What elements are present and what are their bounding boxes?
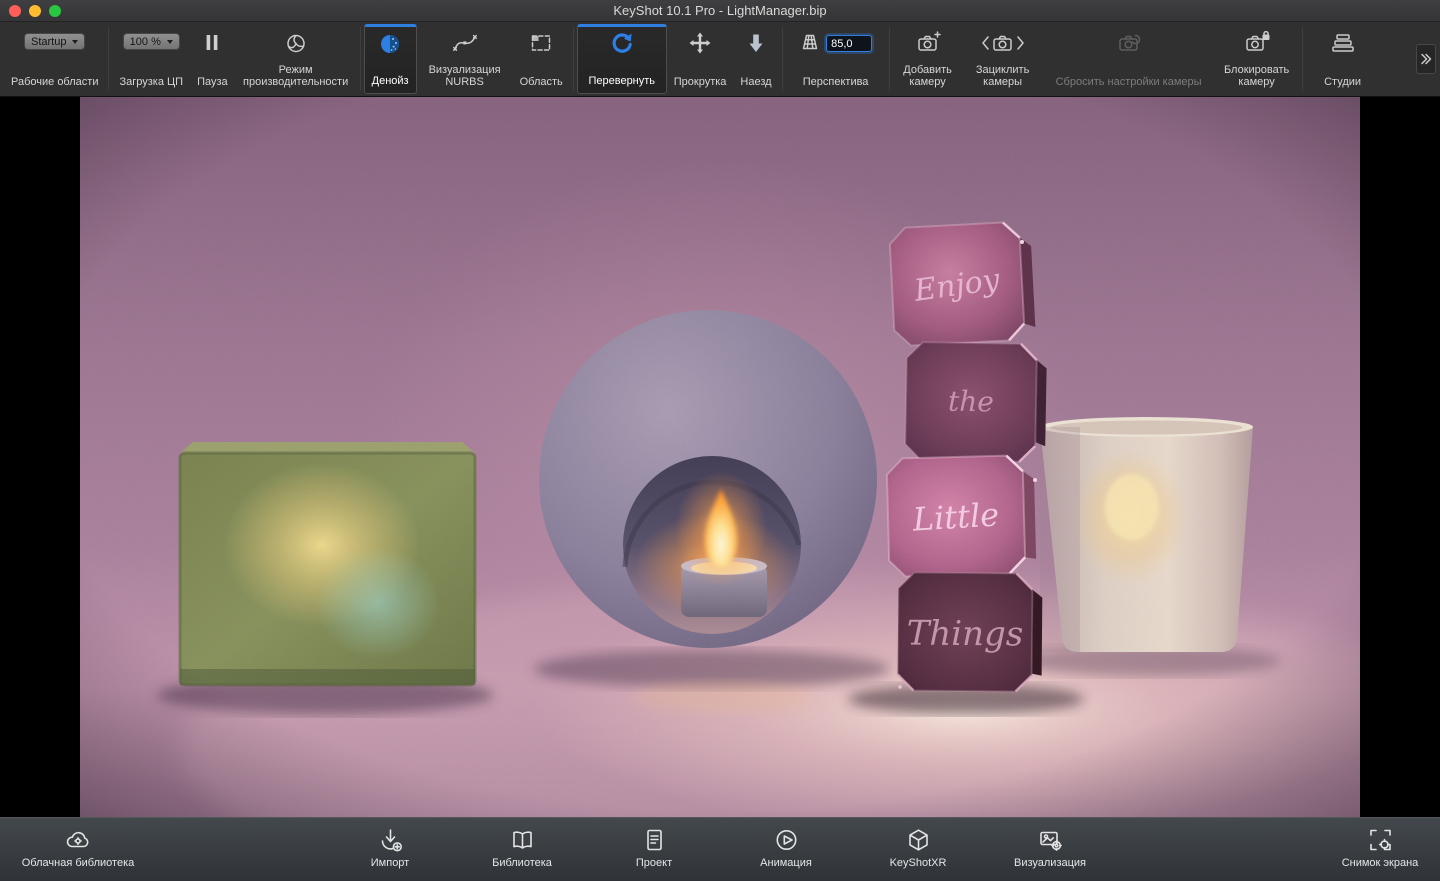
keyshotxr-icon: [905, 826, 932, 854]
studios-icon: [1331, 30, 1355, 56]
library-icon: [509, 826, 536, 854]
dolly-arrow-icon: [746, 30, 766, 56]
dock-item-render[interactable]: Визуализация: [994, 826, 1106, 869]
performance-mode-icon: [284, 30, 308, 56]
dock-item-label: Проект: [636, 857, 672, 869]
pan-label: Прокрутка: [674, 76, 727, 88]
dolly-button[interactable]: Наезд: [733, 24, 778, 94]
reset-camera-icon: [1116, 30, 1142, 56]
dock-item-keyshotxr[interactable]: KeyShotXR: [862, 826, 974, 869]
chevron-down-icon: [167, 40, 173, 47]
toolbar-separator: [573, 27, 574, 91]
perspective-control[interactable]: Перспектива: [786, 24, 886, 94]
pan-button[interactable]: Прокрутка: [667, 24, 734, 94]
dock-item-animation[interactable]: Анимация: [730, 826, 842, 869]
nurbs-icon: [452, 30, 478, 56]
lock-camera-label: Блокировать камеру: [1218, 64, 1296, 88]
dock-item-label: Снимок экрана: [1342, 857, 1419, 869]
traffic-lights: [9, 5, 61, 17]
close-window-button[interactable]: [9, 5, 21, 17]
dock-item-cloud-library[interactable]: Облачная библиотека: [10, 826, 146, 869]
dock-item-label: Облачная библиотека: [22, 857, 135, 869]
dock-center-group: Импорт Библиотека Проект Анимация: [334, 826, 1106, 869]
studios-button[interactable]: Студии: [1306, 24, 1380, 94]
app-window: KeyShot 10.1 Pro - LightManager.bip Star…: [0, 0, 1440, 881]
toolbar-separator: [782, 27, 783, 91]
denoise-button[interactable]: Денойз: [364, 24, 417, 94]
cpu-usage-dropdown[interactable]: 100 %: [123, 33, 180, 50]
nurbs-rendering-button[interactable]: Визуализация NURBS: [417, 24, 513, 94]
studios-label: Студии: [1324, 76, 1361, 88]
workspace-label: Рабочие области: [11, 76, 98, 88]
denoise-icon: [378, 31, 402, 57]
cycle-cameras-button[interactable]: Зациклить камеры: [963, 24, 1043, 94]
dock-item-project[interactable]: Проект: [598, 826, 710, 869]
pause-label: Пауза: [197, 76, 228, 88]
minimize-window-button[interactable]: [29, 5, 41, 17]
chevron-down-icon: [72, 40, 78, 47]
cpu-usage-label: Загрузка ЦП: [119, 76, 183, 88]
render-icon: [1037, 826, 1064, 854]
perspective-input[interactable]: [826, 35, 872, 52]
toolbar-separator: [889, 27, 890, 91]
dock-item-label: Библиотека: [492, 857, 552, 869]
double-chevron-icon: [1419, 52, 1433, 66]
bottom-ribbon: Облачная библиотека Импорт Библиотека Пр…: [0, 817, 1440, 881]
project-icon: [641, 826, 668, 854]
performance-mode-button[interactable]: Режим производительности: [235, 24, 357, 94]
toolbar-separator: [108, 27, 109, 91]
dock-item-library[interactable]: Библиотека: [466, 826, 578, 869]
workspace-dropdown[interactable]: Startup: [24, 33, 85, 50]
toolbar-separator: [1302, 27, 1303, 91]
region-label: Область: [520, 76, 563, 88]
dolly-label: Наезд: [740, 76, 771, 88]
workspace-selector[interactable]: Startup Рабочие области: [4, 24, 105, 94]
dock-item-label: Визуализация: [1014, 857, 1086, 869]
tumble-button[interactable]: Перевернуть: [577, 24, 667, 94]
lock-camera-icon: [1244, 30, 1270, 56]
import-icon: [377, 826, 404, 854]
screenshot-icon: [1367, 826, 1394, 854]
perspective-label: Перспектива: [803, 76, 869, 88]
titlebar: KeyShot 10.1 Pro - LightManager.bip: [0, 0, 1440, 22]
dock-item-import[interactable]: Импорт: [334, 826, 446, 869]
cycle-cameras-label: Зациклить камеры: [970, 64, 1036, 88]
pan-move-icon: [688, 30, 712, 56]
window-title: KeyShot 10.1 Pro - LightManager.bip: [613, 3, 826, 18]
region-icon: [529, 30, 553, 56]
add-camera-button[interactable]: Добавить камеру: [893, 24, 963, 94]
tumble-rotate-icon: [609, 31, 635, 57]
cpu-usage-selector[interactable]: 100 % Загрузка ЦП: [112, 24, 190, 94]
tumble-label: Перевернуть: [588, 75, 655, 87]
toolbar-overflow-button[interactable]: [1416, 44, 1436, 74]
main-toolbar: Startup Рабочие области 100 % Загрузка Ц…: [0, 22, 1440, 97]
reset-camera-button[interactable]: Сбросить настройки камеры: [1043, 24, 1215, 94]
region-render-button[interactable]: Область: [513, 24, 570, 94]
dock-item-label: Импорт: [371, 857, 409, 869]
pause-icon: [202, 30, 222, 56]
cloud-library-icon: [64, 826, 92, 854]
dock-item-screenshot[interactable]: Снимок экрана: [1328, 826, 1432, 869]
cycle-cameras-icon: [979, 30, 1027, 56]
render-scene: Enjoy the Little: [80, 97, 1360, 817]
render-stage: Enjoy the Little: [0, 97, 1440, 817]
denoise-label: Денойз: [372, 75, 409, 87]
add-camera-label: Добавить камеру: [897, 64, 959, 88]
add-camera-icon: [915, 30, 941, 56]
toolbar-separator: [360, 27, 361, 91]
animation-icon: [773, 826, 800, 854]
cpu-usage-value: 100 %: [130, 36, 161, 48]
zoom-window-button[interactable]: [49, 5, 61, 17]
perspective-icon: [799, 32, 821, 55]
reset-camera-label: Сбросить настройки камеры: [1056, 76, 1202, 88]
dock-item-label: KeyShotXR: [890, 857, 947, 869]
pause-button[interactable]: Пауза: [190, 24, 235, 94]
dock-item-label: Анимация: [760, 857, 812, 869]
nurbs-label: Визуализация NURBS: [421, 64, 509, 88]
render-viewport[interactable]: Enjoy the Little: [80, 97, 1360, 817]
performance-mode-label: Режим производительности: [237, 64, 355, 88]
lock-camera-button[interactable]: Блокировать камеру: [1215, 24, 1299, 94]
workspace-value: Startup: [31, 36, 66, 48]
